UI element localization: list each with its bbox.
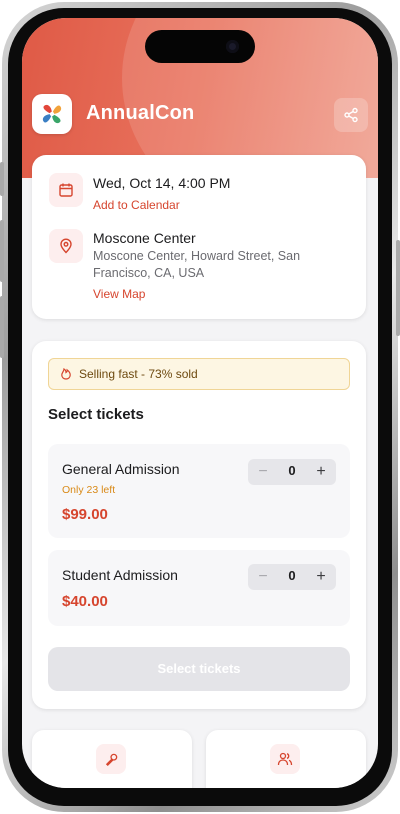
microphone-icon <box>105 753 117 766</box>
app-title: AnnualCon <box>86 102 195 124</box>
quantity-value: 0 <box>288 568 296 583</box>
flame-icon <box>61 367 71 380</box>
ticket-price: $40.00 <box>62 593 108 610</box>
app-screen: AnnualCon Wed, Oct 14, 4:00 PM Add to Ca… <box>22 18 378 788</box>
increment-button[interactable]: + <box>310 462 332 482</box>
increment-button[interactable]: + <box>310 567 332 587</box>
quantity-stepper: − 0 + <box>248 564 336 590</box>
select-tickets-button[interactable]: Select tickets <box>48 647 350 691</box>
quantity-stepper: − 0 + <box>248 459 336 485</box>
ticket-general-admission: General Admission Only 23 left $99.00 − … <box>48 444 350 538</box>
attendees-icon-box <box>270 744 300 774</box>
calendar-icon <box>59 183 73 197</box>
selling-fast-alert: Selling fast - 73% sold <box>48 358 350 390</box>
venue-name: Moscone Center <box>93 230 196 246</box>
map-pin-icon <box>60 238 72 254</box>
add-to-calendar-link[interactable]: Add to Calendar <box>93 198 180 212</box>
speaker-icon-box <box>96 744 126 774</box>
tickets-card: Selling fast - 73% sold Select tickets G… <box>32 341 366 709</box>
users-icon <box>277 752 293 766</box>
decrement-button[interactable]: − <box>252 567 274 587</box>
share-button[interactable] <box>334 98 368 132</box>
power-button <box>396 240 400 336</box>
view-map-link[interactable]: View Map <box>93 287 145 301</box>
ticket-student-admission: Student Admission $40.00 − 0 + <box>48 550 350 626</box>
front-camera <box>226 40 239 53</box>
share-icon <box>344 107 358 123</box>
availability-label: Only 23 left <box>62 484 116 496</box>
calendar-icon-box <box>49 173 83 207</box>
speakers-card[interactable] <box>32 730 192 788</box>
quantity-value: 0 <box>288 463 296 478</box>
event-info-card: Wed, Oct 14, 4:00 PM Add to Calendar Mos… <box>32 155 366 319</box>
app-logo <box>32 94 72 134</box>
ticket-price: $99.00 <box>62 506 108 523</box>
volume-down-button <box>0 296 4 358</box>
ticket-name: General Admission <box>62 461 180 477</box>
venue-address: Moscone Center, Howard Street, San Franc… <box>93 249 301 280</box>
mute-switch <box>0 162 4 196</box>
decrement-button[interactable]: − <box>252 462 274 482</box>
ticket-name: Student Admission <box>62 567 178 583</box>
selling-fast-text: Selling fast - 73% sold <box>79 367 198 381</box>
event-date: Wed, Oct 14, 4:00 PM <box>93 175 231 191</box>
dynamic-island <box>145 30 255 63</box>
attendees-card[interactable] <box>206 730 366 788</box>
select-tickets-heading: Select tickets <box>48 406 144 423</box>
volume-up-button <box>0 220 4 282</box>
location-icon-box <box>49 229 83 263</box>
